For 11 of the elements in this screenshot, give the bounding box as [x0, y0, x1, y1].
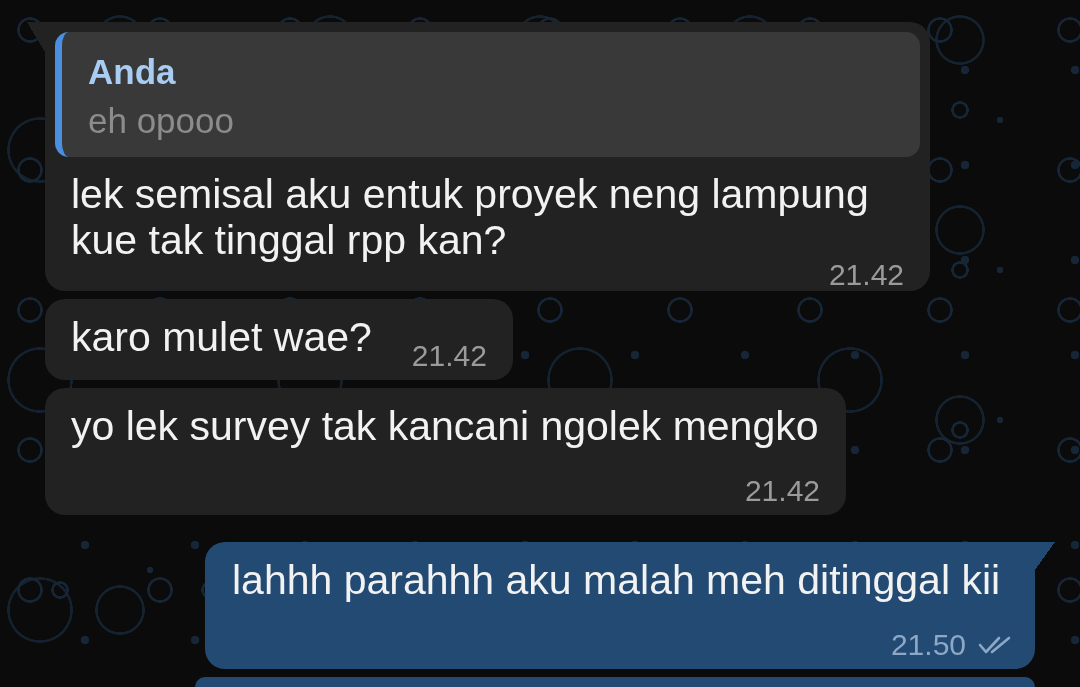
- message-time: 21.42: [828, 263, 904, 287]
- message-text: yo lek survey tak kancani ngolek mengko: [71, 403, 819, 449]
- message-text: karo mulet wae?: [71, 314, 372, 360]
- reply-text: eh opooo: [88, 100, 235, 142]
- reply-author: Anda: [88, 51, 177, 93]
- message-time: 21.42: [411, 344, 487, 368]
- message-text: lahhh parahhh aku malah meh ditinggal kii: [232, 557, 1001, 603]
- message-time: 21.50: [890, 633, 966, 657]
- message-text: lek semisal aku entuk proyek neng lampung kue tak tinggal rpp kan?: [71, 171, 869, 263]
- reply-quote[interactable]: Anda eh opooo: [55, 32, 920, 157]
- message-time: 21.42: [744, 479, 820, 503]
